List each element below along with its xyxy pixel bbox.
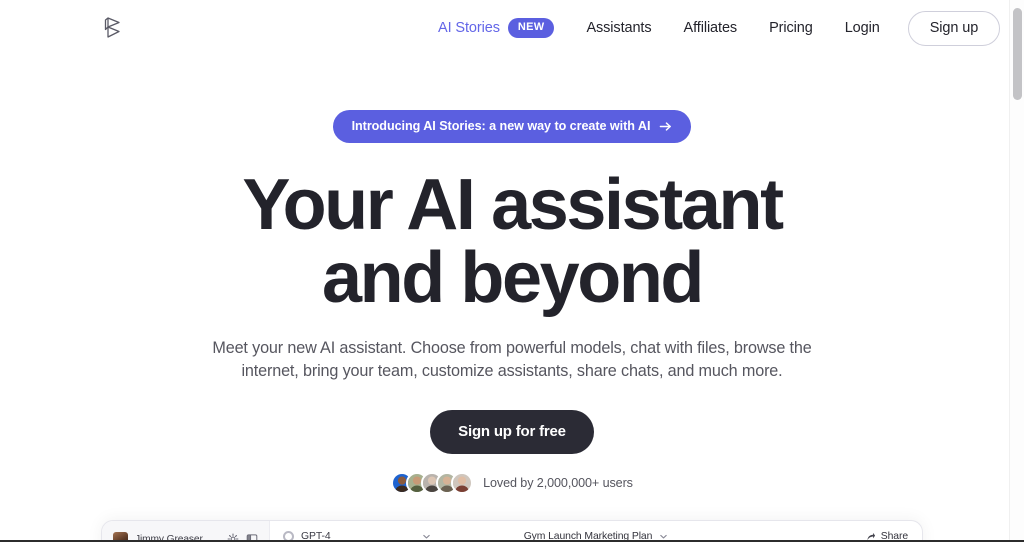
social-proof-text: Loved by 2,000,000+ users bbox=[483, 475, 633, 490]
nav-item-ai-stories[interactable]: AI Stories NEW bbox=[438, 18, 555, 38]
share-label: Share bbox=[880, 531, 908, 542]
top-navigation-bar: AI Stories NEW Assistants Affiliates Pri… bbox=[0, 0, 1024, 56]
arrow-right-icon bbox=[659, 120, 672, 133]
signup-for-free-button[interactable]: Sign up for free bbox=[430, 409, 594, 454]
avatar-group bbox=[391, 471, 474, 494]
share-button[interactable]: Share bbox=[866, 531, 908, 542]
app-preview-window: Jimmy Greaser + New chat bbox=[101, 519, 923, 542]
nav-badge-new: NEW bbox=[507, 18, 555, 38]
page-scrollbar-track[interactable] bbox=[1009, 0, 1024, 542]
announcement-text: Introducing AI Stories: a new way to cre… bbox=[351, 119, 651, 133]
hero-subtitle: Meet your new AI assistant. Choose from … bbox=[0, 337, 1024, 383]
share-arrow-icon bbox=[866, 532, 876, 542]
hero-subtitle-line-1: Meet your new AI assistant. Choose from … bbox=[212, 338, 812, 357]
nav-item-pricing[interactable]: Pricing bbox=[769, 20, 813, 36]
app-main-panel: GPT-4 Gym Launch Marketing Plan Share bbox=[270, 521, 922, 542]
signup-button[interactable]: Sign up bbox=[907, 10, 1001, 46]
hero-title: Your AI assistant and beyond bbox=[0, 165, 1024, 319]
nav-item-assistants[interactable]: Assistants bbox=[586, 20, 651, 36]
hero-title-line-2: and beyond bbox=[321, 238, 704, 319]
hero-section: Introducing AI Stories: a new way to cre… bbox=[0, 56, 1024, 494]
hero-subtitle-line-2: internet, bring your team, customize ass… bbox=[241, 361, 783, 380]
announcement-banner[interactable]: Introducing AI Stories: a new way to cre… bbox=[332, 110, 692, 143]
brand-logo-icon[interactable] bbox=[99, 13, 129, 43]
page-scrollbar-thumb[interactable] bbox=[1013, 8, 1022, 100]
nav-link-ai-stories-label[interactable]: AI Stories bbox=[438, 20, 500, 36]
nav-links: AI Stories NEW Assistants Affiliates Pri… bbox=[438, 0, 1001, 56]
social-proof: Loved by 2,000,000+ users bbox=[0, 471, 1024, 494]
avatar bbox=[451, 471, 474, 494]
app-sidebar: Jimmy Greaser + New chat bbox=[102, 520, 270, 542]
hero-title-line-1: Your AI assistant bbox=[242, 165, 784, 245]
app-topbar: GPT-4 Gym Launch Marketing Plan Share bbox=[270, 521, 922, 542]
nav-item-login[interactable]: Login bbox=[845, 20, 880, 36]
nav-item-affiliates[interactable]: Affiliates bbox=[684, 20, 738, 36]
landing-page: AI Stories NEW Assistants Affiliates Pri… bbox=[0, 0, 1024, 542]
